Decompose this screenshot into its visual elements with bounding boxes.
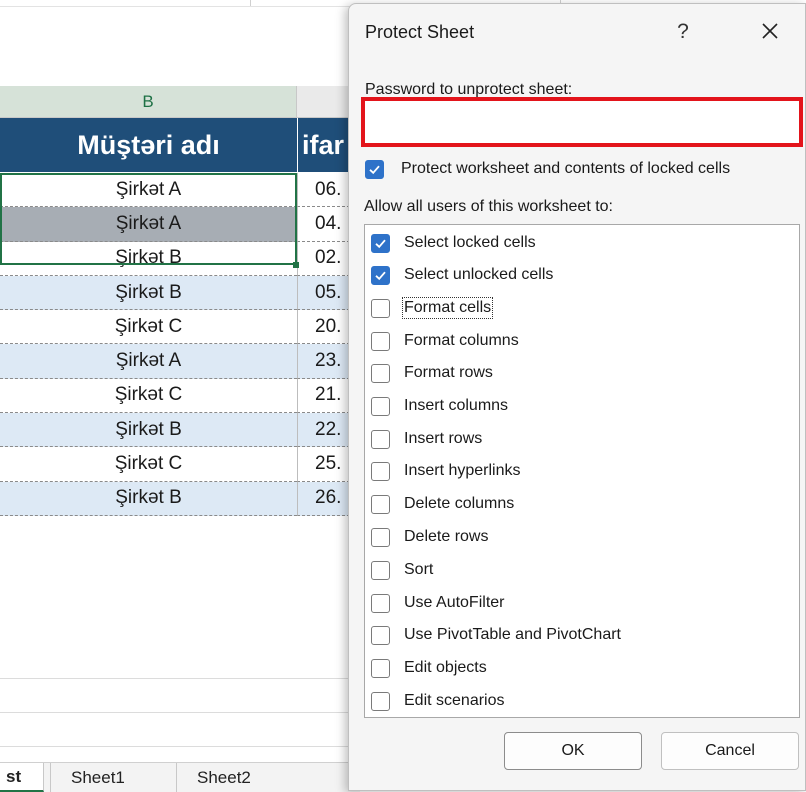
permission-checkbox[interactable]: [371, 266, 390, 285]
cell-customer[interactable]: Şirkət B: [0, 275, 297, 311]
list-item[interactable]: Edit scenarios: [365, 686, 795, 718]
empty-row[interactable]: [0, 645, 360, 679]
protect-sheet-dialog: Protect Sheet ? Password to unprotect sh…: [348, 3, 806, 791]
permission-checkbox[interactable]: [371, 692, 390, 711]
fill-handle[interactable]: [293, 262, 299, 268]
cell-customer[interactable]: Şirkət B: [0, 481, 297, 516]
permission-checkbox[interactable]: [371, 234, 390, 253]
empty-rows: [0, 645, 360, 747]
table-body: Şirkət A 06. Şirkət A 04. Şirkət B 02. Ş…: [0, 173, 360, 516]
permission-label[interactable]: Delete rows: [404, 528, 488, 546]
list-item[interactable]: Use PivotTable and PivotChart: [365, 620, 795, 652]
list-item[interactable]: Use AutoFilter: [365, 588, 795, 620]
sheet-tab-sheet1[interactable]: Sheet1: [50, 763, 176, 792]
permission-checkbox[interactable]: [371, 561, 390, 580]
checkmark-icon: [375, 239, 386, 249]
list-item[interactable]: Select unlocked cells: [365, 260, 795, 292]
permission-checkbox[interactable]: [371, 659, 390, 678]
table-row: Şirkət B 05.: [0, 275, 360, 311]
checkmark-icon: [369, 165, 380, 175]
permission-label[interactable]: Insert rows: [404, 430, 482, 448]
permission-label[interactable]: Insert hyperlinks: [404, 462, 521, 480]
list-item[interactable]: Format columns: [365, 326, 795, 358]
permission-label[interactable]: Use AutoFilter: [404, 594, 504, 612]
table-row: Şirkət A 06.: [0, 173, 360, 208]
permission-label[interactable]: Edit objects: [404, 659, 487, 677]
help-button[interactable]: ?: [673, 18, 693, 46]
permission-checkbox[interactable]: [371, 397, 390, 416]
permission-checkbox[interactable]: [371, 594, 390, 613]
dialog-title: Protect Sheet: [365, 22, 475, 42]
permission-checkbox[interactable]: [371, 364, 390, 383]
sheet-tab-sheet2[interactable]: Sheet2: [176, 763, 296, 792]
cancel-button[interactable]: Cancel: [661, 732, 799, 770]
list-item[interactable]: Insert rows: [365, 424, 795, 456]
sheet-tab-active[interactable]: st: [0, 763, 44, 792]
table-row: Şirkət C 25.: [0, 447, 360, 482]
cell-customer[interactable]: Şirkət C: [0, 310, 297, 345]
permission-checkbox[interactable]: [371, 332, 390, 351]
table-row: Şirkət B 26.: [0, 481, 360, 516]
checkmark-icon: [375, 271, 386, 281]
permission-label[interactable]: Delete columns: [404, 495, 514, 513]
permission-label[interactable]: Format cells: [401, 297, 494, 319]
protect-contents-label[interactable]: Protect worksheet and contents of locked…: [401, 160, 730, 178]
empty-row[interactable]: [0, 713, 360, 747]
list-item[interactable]: Delete rows: [365, 522, 795, 554]
permission-label[interactable]: Sort: [404, 561, 433, 579]
list-item[interactable]: Insert columns: [365, 391, 795, 423]
permission-checkbox[interactable]: [371, 495, 390, 514]
permission-label[interactable]: Select locked cells: [404, 234, 536, 252]
cell-customer[interactable]: Şirkət C: [0, 379, 297, 414]
table-row: Şirkət B 22.: [0, 413, 360, 448]
cell-customer[interactable]: Şirkət B: [0, 413, 297, 448]
permission-checkbox[interactable]: [371, 430, 390, 449]
cell-customer[interactable]: Şirkət A: [0, 173, 297, 208]
permission-checkbox[interactable]: [371, 462, 390, 481]
allow-users-label: Allow all users of this worksheet to:: [364, 198, 613, 215]
cell-customer[interactable]: Şirkət B: [0, 242, 297, 276]
permission-checkbox[interactable]: [371, 299, 390, 318]
permissions-list[interactable]: Select locked cells Select unlocked cell…: [364, 224, 800, 718]
permission-label[interactable]: Insert columns: [404, 397, 508, 415]
cell-customer[interactable]: Şirkət C: [0, 447, 297, 482]
password-input[interactable]: [361, 97, 803, 147]
ok-button[interactable]: OK: [504, 732, 642, 770]
permission-label[interactable]: Format rows: [404, 364, 493, 382]
empty-row[interactable]: [0, 679, 360, 713]
permission-label[interactable]: Edit scenarios: [404, 692, 505, 710]
list-item[interactable]: Select locked cells: [365, 228, 795, 260]
cell-customer[interactable]: Şirkət A: [0, 344, 297, 379]
cell-customer[interactable]: Şirkət A: [0, 207, 297, 242]
table-row: Şirkət A 23.: [0, 344, 360, 379]
permission-label[interactable]: Use PivotTable and PivotChart: [404, 626, 621, 644]
table-row: Şirkət A 04.: [0, 207, 360, 242]
divider: [250, 0, 251, 6]
sheet-tabs: st Sheet1 Sheet2: [0, 762, 360, 792]
list-item[interactable]: Edit objects: [365, 653, 795, 685]
column-header-b[interactable]: B: [0, 86, 297, 118]
permission-checkbox[interactable]: [371, 528, 390, 547]
table-row: Şirkət B 02.: [0, 241, 360, 276]
list-item[interactable]: Sort: [365, 555, 795, 587]
table-header-customer[interactable]: Müştəri adı: [0, 118, 297, 172]
list-item[interactable]: Delete columns: [365, 489, 795, 521]
protect-contents-checkbox[interactable]: [365, 160, 384, 179]
permission-label[interactable]: Select unlocked cells: [404, 266, 553, 284]
list-item[interactable]: Insert hyperlinks: [365, 456, 795, 488]
table-row: Şirkət C 21.: [0, 378, 360, 414]
table-row: Şirkət C 20.: [0, 310, 360, 345]
permission-label[interactable]: Format columns: [404, 332, 519, 350]
list-item[interactable]: Format rows: [365, 358, 795, 390]
permission-checkbox[interactable]: [371, 626, 390, 645]
close-icon: [762, 23, 778, 39]
list-item[interactable]: Format cells: [365, 293, 795, 325]
close-button[interactable]: [755, 16, 785, 46]
